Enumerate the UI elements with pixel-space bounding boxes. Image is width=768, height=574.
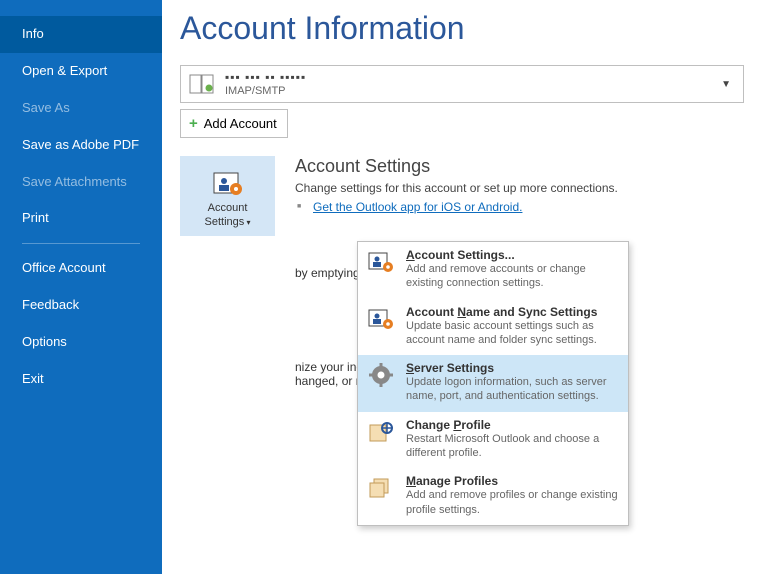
change-profile-icon <box>366 418 396 446</box>
sidebar-item-options[interactable]: Options <box>0 324 162 361</box>
sidebar-separator <box>22 243 140 244</box>
section-title-account-settings: Account Settings <box>295 156 618 177</box>
account-settings-button-line1: Account <box>205 202 251 215</box>
chevron-down-icon: ▼ <box>715 79 737 90</box>
section-desc-account-settings: Change settings for this account or set … <box>295 181 618 195</box>
plus-icon: + <box>189 115 198 132</box>
gear-icon <box>366 361 396 389</box>
add-account-label: Add Account <box>204 116 277 131</box>
account-name-sync-icon <box>366 305 396 333</box>
menu-item-account-settings[interactable]: Account Settings... Add and remove accou… <box>358 242 628 299</box>
account-email-masked: ▪▪▪ ▪▪▪ ▪▪ ▪▪▪▪▪ <box>225 70 715 84</box>
sidebar-item-print[interactable]: Print <box>0 200 162 237</box>
chevron-down-icon: ▾ <box>244 218 250 227</box>
account-info: ▪▪▪ ▪▪▪ ▪▪ ▪▪▪▪▪ IMAP/SMTP <box>225 70 715 98</box>
menu-item-server-settings[interactable]: Server Settings Update logon information… <box>358 355 628 412</box>
account-icon <box>187 69 219 99</box>
account-settings-dropdown-menu: Account Settings... Add and remove accou… <box>357 241 629 526</box>
account-settings-icon <box>366 248 396 276</box>
sidebar-item-save-as: Save As <box>0 90 162 127</box>
sidebar-item-save-adobe-pdf[interactable]: Save as Adobe PDF <box>0 127 162 164</box>
account-dropdown[interactable]: ▪▪▪ ▪▪▪ ▪▪ ▪▪▪▪▪ IMAP/SMTP ▼ <box>180 65 744 103</box>
outlook-app-link[interactable]: Get the Outlook app for iOS or Android. <box>313 200 522 214</box>
add-account-button[interactable]: + Add Account <box>180 109 288 138</box>
account-settings-section: Account Settings Change settings for thi… <box>295 156 618 214</box>
account-settings-icon <box>210 169 246 199</box>
main-content: Account Information ▪▪▪ ▪▪▪ ▪▪ ▪▪▪▪▪ IMA… <box>162 0 768 574</box>
sidebar-item-office-account[interactable]: Office Account <box>0 250 162 287</box>
menu-item-change-profile[interactable]: Change Profile Restart Microsoft Outlook… <box>358 412 628 469</box>
sidebar-item-open-export[interactable]: Open & Export <box>0 53 162 90</box>
menu-item-manage-profiles[interactable]: Manage Profiles Add and remove profiles … <box>358 468 628 525</box>
manage-profiles-icon <box>366 474 396 502</box>
account-protocol: IMAP/SMTP <box>225 85 715 98</box>
sidebar-item-exit[interactable]: Exit <box>0 361 162 398</box>
account-settings-button-line2: Settings <box>205 216 245 228</box>
menu-item-account-name-sync[interactable]: Account Name and Sync Settings Update ba… <box>358 299 628 356</box>
account-settings-button[interactable]: Account Settings ▾ <box>180 156 275 236</box>
page-title: Account Information <box>180 10 744 47</box>
sidebar-item-info[interactable]: Info <box>0 16 162 53</box>
sidebar-item-feedback[interactable]: Feedback <box>0 287 162 324</box>
sidebar-item-save-attachments: Save Attachments <box>0 164 162 201</box>
backstage-sidebar: Info Open & Export Save As Save as Adobe… <box>0 0 162 574</box>
